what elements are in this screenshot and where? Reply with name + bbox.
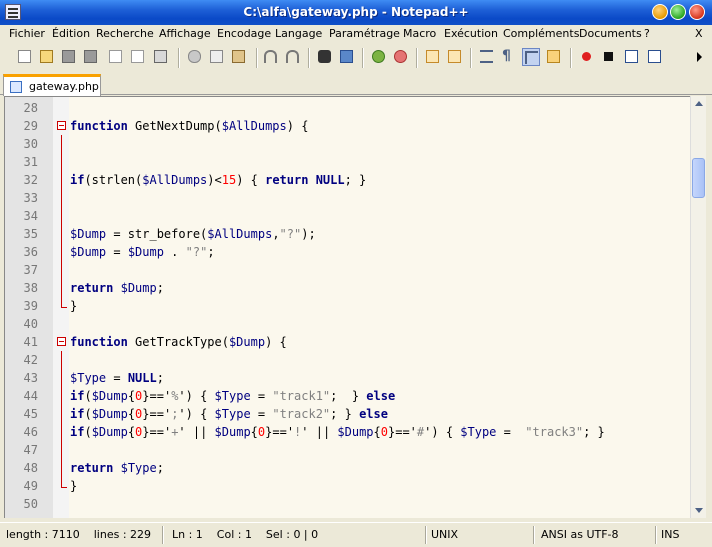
status-eol: UNIX [431,528,459,541]
tab-gateway-php[interactable]: gateway.php [3,74,101,96]
scroll-down-arrow-icon[interactable] [691,502,707,518]
vertical-scrollbar[interactable] [690,96,706,518]
menu-documents[interactable]: Documents [579,27,642,40]
code-line: 29 function GetNextDump($AllDumps) { [23,119,309,133]
menu-help[interactable]: ? [644,27,650,40]
record-macro-icon[interactable] [578,48,596,66]
close-document-button[interactable]: X [695,27,703,40]
status-position: Ln : 1 Col : 1 Sel : 0 | 0 [172,528,319,541]
code-line: 48 return $Type; [23,459,164,477]
show-all-chars-icon[interactable]: ¶ [500,48,518,66]
code-line: 42 [5,351,690,369]
code-line: 35 $Dump = str_before($AllDumps,"?"); [23,225,316,243]
code-line: 44 if($Dump{0}=='%') { $Type = "track1";… [23,387,396,405]
indent-guide-icon[interactable] [522,48,540,66]
code-line: 46 if($Dump{0}=='+' || $Dump{0}=='!' || … [23,423,605,441]
scrollbar-thumb[interactable] [692,158,705,198]
redo-icon[interactable] [284,48,302,66]
window-title: C:\alfa\gateway.php - Notepad++ [243,5,469,19]
undo-icon[interactable] [262,48,280,66]
status-encoding: ANSI as UTF-8 [541,528,619,541]
print-icon[interactable] [152,48,170,66]
menu-edition[interactable]: Édition [52,27,90,40]
code-editor[interactable]: 28 29 function GetNextDump($AllDumps) { … [4,96,690,518]
tab-bar: gateway.php [0,73,712,96]
close-all-icon[interactable] [129,48,147,66]
status-insert-mode: INS [661,528,680,541]
code-line: 36 $Dump = $Dump . "?"; [23,243,215,261]
menu-execution[interactable]: Exécution [444,27,498,40]
zoom-in-icon[interactable] [370,48,388,66]
code-line: 41 function GetTrackType($Dump) { [23,335,287,349]
title-bar: C:\alfa\gateway.php - Notepad++ [0,0,712,25]
save-all-icon[interactable] [82,48,100,66]
menu-parametrage[interactable]: Paramétrage [329,27,400,40]
maximize-button[interactable] [670,4,686,20]
code-line: 40 [23,317,38,331]
code-line: 43 $Type = NULL; [23,369,164,387]
code-line: 49 } [23,477,78,493]
user-lang-icon[interactable] [545,48,563,66]
code-line: 28 [23,101,38,115]
menu-affichage[interactable]: Affichage [159,27,211,40]
play-macro-icon[interactable] [623,48,641,66]
new-file-icon[interactable] [16,48,34,66]
code-line: 32 if(strlen($AllDumps)<15) { return NUL… [23,171,367,189]
wrap-icon[interactable] [478,48,496,66]
sync-v-icon[interactable] [424,48,442,66]
toolbar-overflow-chevron-icon[interactable] [697,52,702,62]
close-window-button[interactable] [689,4,705,20]
code-line: 34 [5,207,690,225]
code-line: 47 [5,441,690,459]
status-length: length : 7110 lines : 229 [6,528,152,541]
menu-langage[interactable]: Langage [275,27,322,40]
find-icon[interactable] [316,48,334,66]
menu-macro[interactable]: Macro [403,27,436,40]
code-line: 45 if($Dump{0}==';') { $Type = "track2";… [23,405,388,423]
save-icon[interactable] [60,48,78,66]
menu-fichier[interactable]: Fichier [9,27,45,40]
code-line: 31 [5,153,690,171]
replace-icon[interactable] [338,48,356,66]
code-line: 38 return $Dump; [23,279,164,297]
scroll-up-arrow-icon[interactable] [691,96,707,112]
code-line: 37 [5,261,690,279]
zoom-out-icon[interactable] [392,48,410,66]
copy-icon[interactable] [208,48,226,66]
menu-encodage[interactable]: Encodage [217,27,271,40]
open-file-icon[interactable] [38,48,56,66]
paste-icon[interactable] [230,48,248,66]
sync-h-icon[interactable] [446,48,464,66]
menu-complements[interactable]: Compléments [503,27,579,40]
close-icon[interactable] [107,48,125,66]
run-macro-multiple-icon[interactable] [646,48,664,66]
status-bar: length : 7110 lines : 229 Ln : 1 Col : 1… [0,522,712,547]
fold-collapse-icon[interactable] [57,337,66,346]
code-line: 30 [5,135,690,153]
tab-label: gateway.php [29,80,99,93]
stop-macro-icon[interactable] [600,48,618,66]
file-icon [10,81,22,93]
toolbar: ¶ [0,43,712,73]
code-line: 33 [5,189,690,207]
fold-collapse-icon[interactable] [57,121,66,130]
cut-icon[interactable] [186,48,204,66]
menu-bar: Fichier Édition Recherche Affichage Enco… [0,25,712,43]
code-line: 50 [23,497,38,511]
menu-recherche[interactable]: Recherche [96,27,154,40]
code-line: 39 } [23,297,78,313]
minimize-button[interactable] [652,4,668,20]
